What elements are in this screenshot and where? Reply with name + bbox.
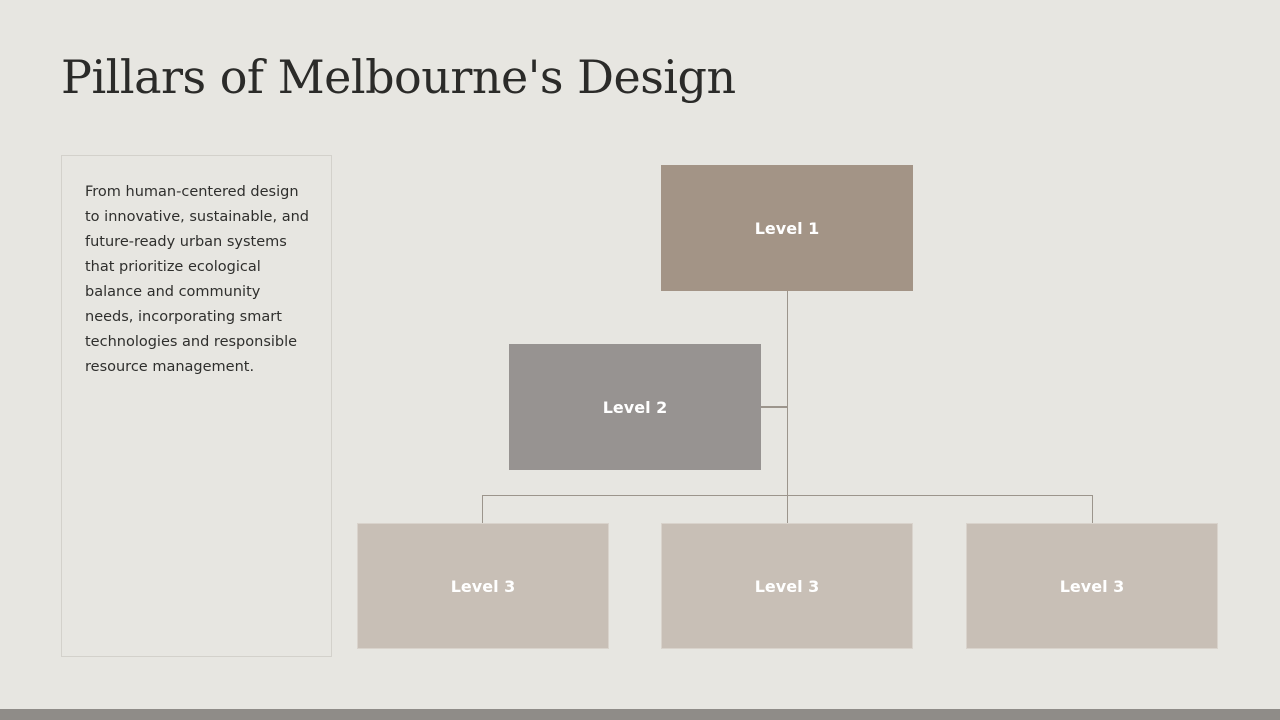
node-level-3-label: Level 3	[754, 576, 820, 596]
node-level-3-label: Level 3	[1059, 576, 1125, 596]
node-level-3-center[interactable]: Level 3	[661, 523, 913, 649]
connector-level3-bus	[482, 495, 1093, 496]
node-level-3-label: Level 3	[450, 576, 516, 596]
connector-level3-left	[482, 495, 483, 523]
node-level-2-label: Level 2	[602, 397, 668, 417]
description-panel: From human-centered design to innovative…	[61, 155, 332, 657]
node-level-2[interactable]: Level 2	[509, 344, 761, 470]
connector-level2-branch	[761, 406, 788, 408]
description-text: From human-centered design to innovative…	[85, 184, 309, 375]
node-level-1[interactable]: Level 1	[661, 165, 913, 291]
slide-title: Pillars of Melbourne's Design	[61, 50, 736, 104]
node-level-3-left[interactable]: Level 3	[357, 523, 609, 649]
footer-bar	[0, 709, 1280, 720]
node-level-1-label: Level 1	[754, 218, 820, 238]
node-level-3-right[interactable]: Level 3	[966, 523, 1218, 649]
connector-level3-right	[1092, 495, 1093, 523]
